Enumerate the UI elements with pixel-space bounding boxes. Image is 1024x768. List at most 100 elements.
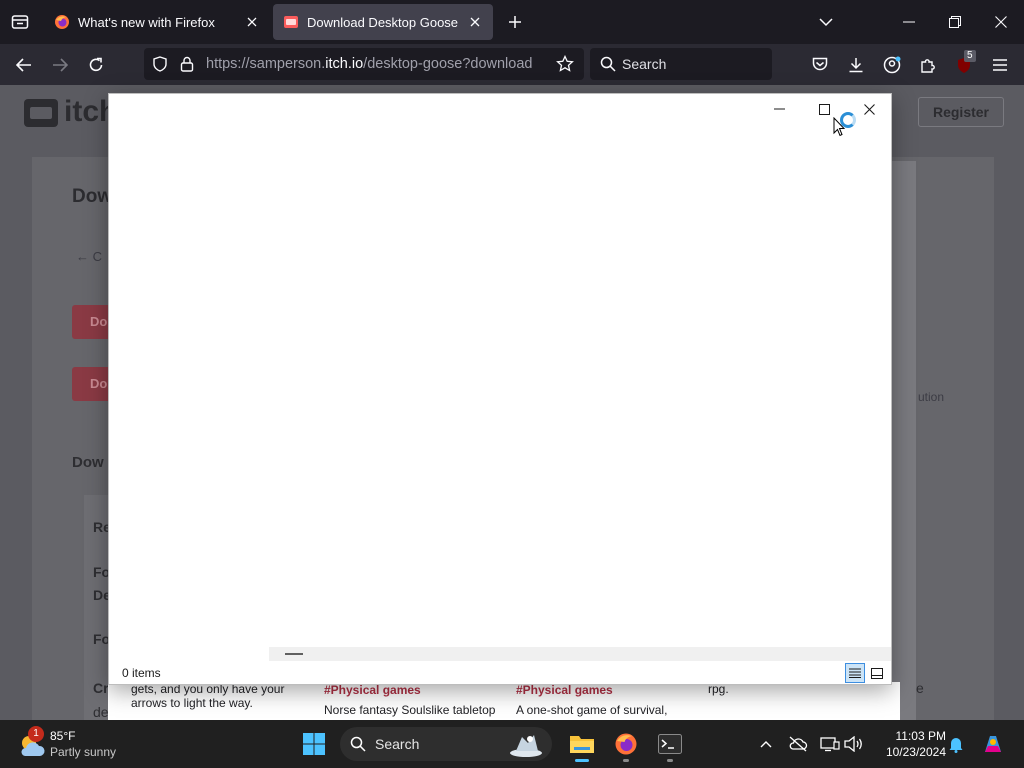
back-button[interactable] (6, 44, 42, 85)
account-icon (883, 56, 901, 73)
minimize-icon (773, 108, 785, 110)
clock-date: 10/23/2024 (885, 745, 946, 759)
running-indicator (623, 759, 629, 762)
ublock-button[interactable]: 5 (946, 44, 982, 85)
itch-logo-icon (24, 99, 58, 127)
reload-button[interactable] (78, 44, 114, 85)
firefox-icon (615, 733, 637, 755)
download-button-1[interactable]: Do (72, 305, 112, 339)
file-explorer-taskbar-button[interactable] (562, 724, 602, 764)
onedrive-tray-button[interactable] (786, 732, 810, 756)
download-heading: Dow (72, 186, 113, 207)
tiles-view-icon (871, 667, 883, 679)
taskbar-search-label: Search (375, 736, 420, 752)
mouse-cursor-icon (833, 117, 845, 137)
section-heading: Dow (72, 454, 104, 471)
windows-logo-icon (303, 733, 325, 755)
status-bar: 0 items (109, 661, 891, 685)
game-card-1[interactable]: gets, and you only have your arrows to l… (131, 682, 311, 710)
firefox-icon (55, 15, 69, 29)
game-card-2[interactable]: #Physical games Norse fantasy Soulslike … (324, 683, 495, 717)
app-menu-button[interactable] (982, 44, 1018, 85)
puzzle-icon (921, 58, 935, 73)
close-tab-icon[interactable] (244, 14, 260, 30)
notifications-button[interactable] (944, 732, 968, 756)
back-link[interactable]: ← C (76, 249, 102, 264)
address-bar[interactable]: https://samperson.itch.io/desktop-goose?… (144, 48, 584, 80)
weather-condition: Partly sunny (50, 745, 117, 759)
url-text: https://samperson.itch.io/desktop-goose?… (206, 56, 533, 72)
forward-button[interactable] (42, 44, 78, 85)
row-label-6: de (93, 704, 109, 720)
network-icon (820, 737, 840, 752)
horizontal-scrollbar[interactable] (269, 647, 891, 661)
card-text: Norse fantasy Soulslike tabletop (324, 703, 496, 717)
show-hidden-icons-button[interactable] (754, 732, 778, 756)
download-icon (849, 57, 863, 72)
new-tab-button[interactable] (500, 0, 530, 44)
arrow-left-icon (16, 57, 31, 72)
card-text-2: arrows to light the way. (131, 696, 253, 710)
volume-tray-button[interactable] (842, 732, 866, 756)
reload-icon (89, 57, 103, 71)
bookmark-star-icon[interactable] (556, 55, 574, 73)
tab-title: Download Desktop Goose by sa (307, 14, 461, 30)
maximize-icon (818, 103, 830, 115)
row-label-5: Cr (93, 680, 109, 696)
itch-favicon-icon (284, 16, 298, 28)
tab-list-icon (11, 15, 29, 29)
weather-widget[interactable]: 1 85°F Partly sunny (18, 726, 138, 762)
clock-time: 11:03 PM (895, 729, 946, 743)
card-text: A one-shot game of survival, (516, 703, 668, 717)
tab-whats-new[interactable]: What's new with Firefox (44, 4, 270, 40)
extensions-button[interactable] (910, 44, 946, 85)
speaker-icon (844, 736, 862, 752)
list-all-tabs-button[interactable] (0, 0, 40, 44)
card-tag[interactable]: #Physical games (516, 683, 667, 697)
tiles-view-button[interactable] (867, 663, 887, 683)
pocket-button[interactable] (802, 44, 838, 85)
restore-button[interactable] (932, 0, 978, 44)
navigation-toolbar: https://samperson.itch.io/desktop-goose?… (0, 44, 1024, 85)
download-button-2[interactable]: Do (72, 367, 112, 401)
clock[interactable]: 11:03 PM 10/23/2024 (872, 728, 946, 760)
close-window-button[interactable] (978, 0, 1024, 44)
lock-icon[interactable] (180, 56, 194, 72)
search-bar[interactable]: Search (590, 48, 772, 80)
close-icon (863, 103, 875, 115)
close-tab-icon[interactable] (467, 14, 483, 30)
minimize-button[interactable] (886, 0, 932, 44)
start-button[interactable] (294, 724, 334, 764)
firefox-taskbar-button[interactable] (606, 724, 646, 764)
shield-icon[interactable] (152, 56, 168, 72)
scrollbar-thumb[interactable] (285, 653, 303, 655)
copilot-button[interactable] (980, 731, 1006, 757)
tab-desktop-goose[interactable]: Download Desktop Goose by sa (273, 4, 493, 40)
chevron-up-icon (760, 741, 772, 748)
downloads-button[interactable] (838, 44, 874, 85)
side-text: ution (918, 390, 945, 404)
active-indicator (575, 759, 589, 762)
card-tag[interactable]: #Physical games (324, 683, 495, 697)
tab-overflow-button[interactable] (808, 0, 844, 44)
file-window[interactable]: 0 items (108, 93, 892, 685)
details-view-button[interactable] (845, 663, 865, 683)
network-tray-button[interactable] (818, 732, 842, 756)
game-card-3[interactable]: #Physical games A one-shot game of survi… (516, 683, 667, 717)
item-count: 0 items (122, 666, 161, 680)
terminal-icon (658, 734, 682, 754)
account-button[interactable] (874, 44, 910, 85)
pocket-icon (812, 57, 828, 71)
terminal-taskbar-button[interactable] (650, 724, 690, 764)
window-minimize-button[interactable] (756, 94, 802, 124)
minimize-icon (903, 21, 915, 23)
taskbar-search[interactable]: Search (340, 727, 552, 761)
folder-icon (570, 736, 594, 753)
itch-logo: itch (22, 93, 117, 133)
game-card-1-bg: gets, and you only have your arrows to l… (108, 682, 320, 720)
arrow-right-icon (53, 57, 68, 72)
register-button[interactable]: Register (918, 97, 1004, 127)
bell-icon (949, 738, 963, 753)
weather-alert-badge: 1 (28, 726, 44, 742)
search-icon (600, 56, 616, 72)
